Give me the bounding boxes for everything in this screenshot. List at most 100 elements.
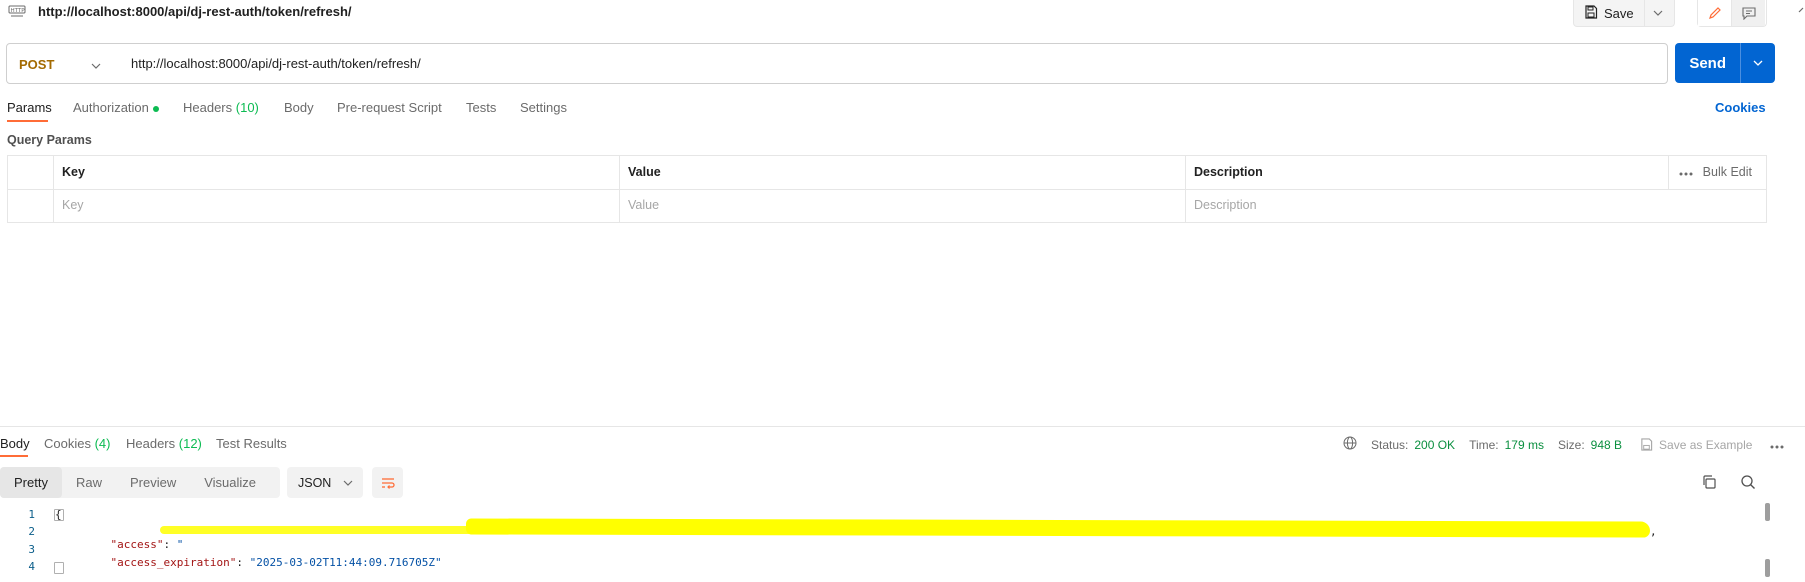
tab-headers[interactable]: Headers (10): [183, 100, 259, 115]
editor-mode-toggle: [1697, 0, 1767, 27]
redaction-mark: [160, 526, 480, 534]
query-params-heading: Query Params: [7, 133, 92, 147]
response-cookies-label: Cookies: [44, 436, 91, 451]
row-checkbox-cell[interactable]: [8, 189, 53, 222]
response-cookies-count: (4): [94, 436, 111, 451]
save-icon: [1584, 4, 1598, 22]
wrap-lines-button[interactable]: [372, 467, 403, 498]
value-input[interactable]: Value: [619, 189, 1185, 222]
save-as-example-label: Save as Example: [1659, 437, 1753, 452]
status-value[interactable]: 200 OK: [1414, 438, 1455, 452]
format-tabs: Pretty Raw Preview Visualize: [0, 467, 280, 498]
response-headers-count: (12): [178, 436, 202, 451]
table-header-row: Key Value Description Bulk Edit: [8, 156, 1766, 190]
cookies-link[interactable]: Cookies: [1715, 100, 1766, 115]
response-tab-headers[interactable]: Headers (12): [126, 436, 202, 451]
line-number: 2: [28, 525, 35, 538]
format-preview-tab[interactable]: Preview: [116, 467, 190, 498]
active-tab-indicator: [7, 120, 48, 122]
tab-tests[interactable]: Tests: [466, 100, 496, 115]
fold-marker-icon: [54, 562, 64, 574]
bulk-edit-area: Bulk Edit: [1679, 156, 1752, 189]
line-number: 1: [28, 508, 35, 521]
send-options-button[interactable]: [1741, 43, 1775, 83]
chevron-down-icon: [1753, 60, 1763, 66]
url-input[interactable]: http://localhost:8000/api/dj-rest-auth/t…: [131, 56, 421, 71]
chevron-down-icon: [343, 480, 353, 486]
svg-text:HTTP: HTTP: [11, 8, 26, 14]
globe-icon[interactable]: [1343, 436, 1357, 453]
tab-params[interactable]: Params: [7, 100, 52, 115]
search-icon[interactable]: [1740, 474, 1756, 493]
line-number: 3: [28, 543, 35, 556]
sidebar-collapse-icon[interactable]: [1795, 0, 1805, 62]
save-button-group: Save: [1573, 0, 1675, 27]
headers-count: (10): [235, 100, 259, 115]
json-comma: ,: [1650, 525, 1657, 538]
save-as-example-button[interactable]: Save as Example: [1640, 438, 1752, 452]
copy-icon[interactable]: [1701, 474, 1717, 493]
select-all-cell[interactable]: [8, 156, 53, 189]
more-options-icon[interactable]: [1679, 156, 1693, 189]
scrollbar-thumb[interactable]: [1765, 559, 1770, 577]
tab-authorization[interactable]: Authorization: [73, 100, 159, 115]
tab-settings[interactable]: Settings: [520, 100, 567, 115]
save-label: Save: [1604, 5, 1634, 21]
json-colon: :: [236, 556, 250, 569]
chevron-down-icon: [1653, 10, 1663, 16]
format-raw-tab[interactable]: Raw: [62, 467, 116, 498]
request-url-bar: POST http://localhost:8000/api/dj-rest-a…: [6, 43, 1668, 84]
comment-mode-button[interactable]: [1731, 0, 1765, 26]
tab-prerequest-script[interactable]: Pre-request Script: [337, 100, 442, 115]
language-select[interactable]: JSON: [287, 467, 363, 498]
language-select-value: JSON: [298, 475, 332, 490]
save-options-button[interactable]: [1645, 0, 1671, 26]
bulk-edit-button[interactable]: Bulk Edit: [1703, 156, 1752, 189]
json-value-access-expiration: "2025-03-02T11:44:09.716705Z": [249, 556, 442, 569]
json-key-access-expiration: "access_expiration": [110, 556, 237, 569]
pencil-icon: [1708, 7, 1721, 19]
key-input[interactable]: Key: [53, 189, 619, 222]
description-input[interactable]: Description: [1185, 189, 1766, 222]
response-tab-body[interactable]: Body: [0, 436, 30, 451]
save-button[interactable]: Save: [1574, 0, 1645, 26]
code-open-brace: {: [55, 508, 62, 521]
status-dot-icon: [152, 105, 159, 112]
response-meta: Status: 200 OK Time: 179 ms Size: 948 B …: [1343, 436, 1784, 453]
edit-mode-button[interactable]: [1698, 0, 1731, 26]
size-value[interactable]: 948 B: [1591, 438, 1622, 452]
save-icon: [1641, 438, 1653, 451]
request-title: http://localhost:8000/api/dj-rest-auth/t…: [38, 4, 352, 19]
scrollbar-thumb[interactable]: [1765, 503, 1770, 521]
format-visualize-tab[interactable]: Visualize: [190, 467, 270, 498]
response-tab-test-results[interactable]: Test Results: [216, 436, 287, 451]
response-divider[interactable]: [0, 426, 1805, 427]
http-request-icon: HTTP: [8, 3, 26, 19]
response-tab-cookies[interactable]: Cookies (4): [44, 436, 110, 451]
code-line-access-expiration: "access_expiration": "2025-03-02T11:44:0…: [84, 543, 442, 582]
method-select[interactable]: POST: [19, 57, 54, 72]
tab-authorization-label: Authorization: [73, 100, 149, 115]
comment-icon: [1741, 6, 1756, 20]
time-label: Time:: [1469, 437, 1499, 452]
more-options-icon[interactable]: [1770, 438, 1784, 452]
editor-scrollbar[interactable]: [1765, 503, 1770, 581]
query-params-table: Key Value Description Bulk Edit Key Valu…: [7, 155, 1767, 223]
line-number: 4: [28, 560, 35, 573]
chevron-down-icon[interactable]: [91, 57, 101, 72]
table-row: Key Value Description: [8, 189, 1766, 222]
column-header-value: Value: [619, 156, 1185, 189]
column-header-key: Key: [53, 156, 619, 189]
format-pretty-tab[interactable]: Pretty: [0, 467, 62, 498]
time-value[interactable]: 179 ms: [1505, 438, 1544, 452]
send-button[interactable]: Send: [1675, 43, 1742, 83]
redaction-highlight: [465, 518, 1651, 538]
status-label: Status:: [1371, 437, 1409, 452]
active-response-tab-indicator: [0, 455, 28, 457]
size-label: Size:: [1557, 437, 1585, 452]
tab-headers-label: Headers: [183, 100, 233, 115]
wrap-lines-icon: [381, 477, 395, 489]
send-button-group: Send: [1675, 43, 1775, 83]
response-headers-label: Headers: [126, 436, 176, 451]
tab-body[interactable]: Body: [284, 100, 314, 115]
